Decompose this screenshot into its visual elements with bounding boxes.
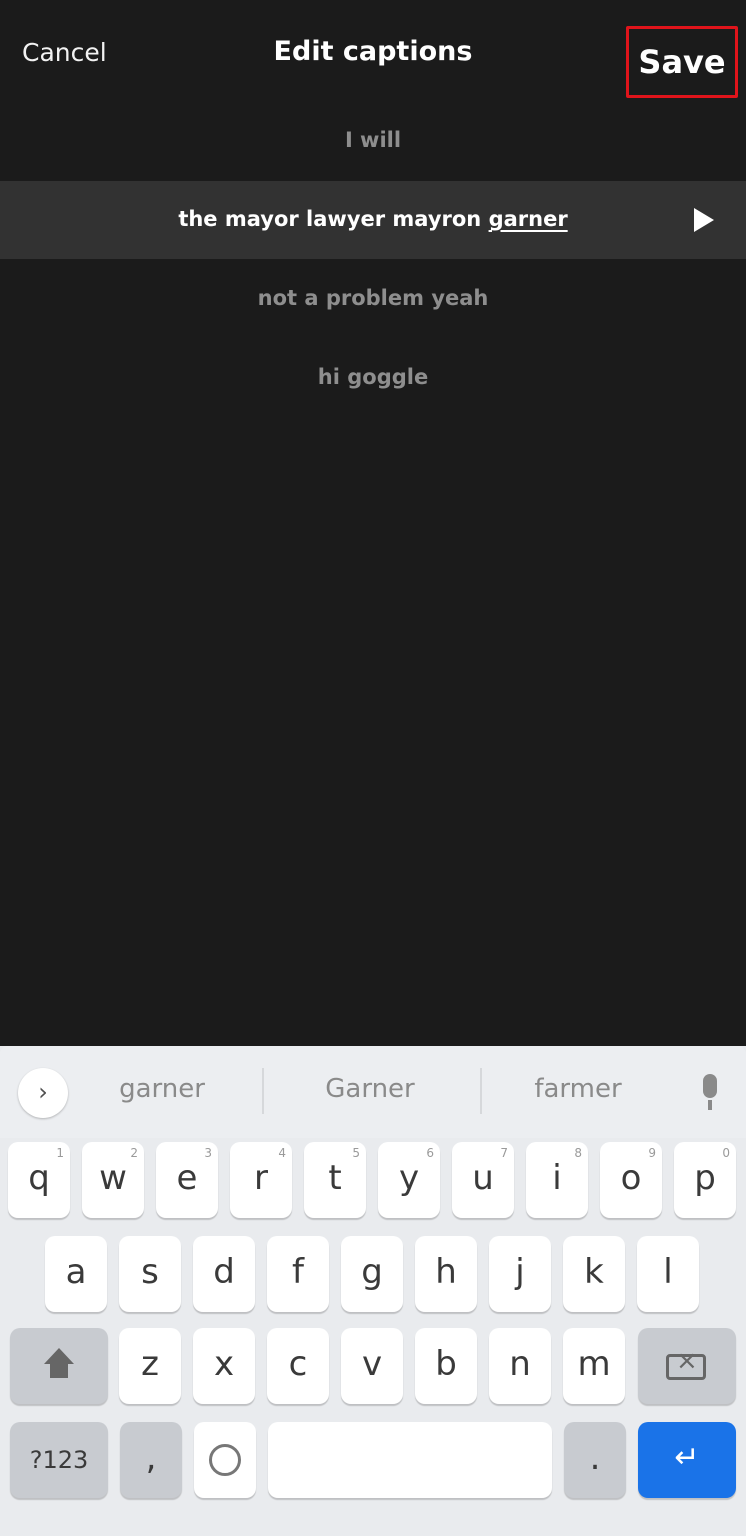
key-q[interactable]: q1 xyxy=(8,1142,70,1218)
caption-line[interactable]: hi goggle xyxy=(0,365,746,389)
key-e[interactable]: e3 xyxy=(156,1142,218,1218)
active-caption-prefix: the mayor lawyer mayron xyxy=(178,207,489,231)
key-s[interactable]: s xyxy=(119,1236,181,1312)
suggestion-1[interactable]: garner xyxy=(72,1074,252,1104)
key-g[interactable]: g xyxy=(341,1236,403,1312)
active-caption-text[interactable]: the mayor lawyer mayron garner xyxy=(0,207,746,231)
shift-icon xyxy=(44,1348,74,1364)
save-highlight-box: Save xyxy=(626,26,738,98)
keyboard: › garner Garner farmer q1 w2 e3 r4 t5 y6… xyxy=(0,1046,746,1536)
key-o[interactable]: o9 xyxy=(600,1142,662,1218)
key-c[interactable]: c xyxy=(267,1328,329,1404)
key-h[interactable]: h xyxy=(415,1236,477,1312)
key-m[interactable]: m xyxy=(563,1328,625,1404)
key-u[interactable]: u7 xyxy=(452,1142,514,1218)
key-t[interactable]: t5 xyxy=(304,1142,366,1218)
play-icon[interactable] xyxy=(694,208,714,232)
enter-key[interactable]: ↵ xyxy=(638,1422,736,1498)
key-p[interactable]: p0 xyxy=(674,1142,736,1218)
emoji-key[interactable] xyxy=(194,1422,256,1498)
enter-icon: ↵ xyxy=(674,1440,700,1475)
active-caption-underlined-word: garner xyxy=(488,207,568,231)
key-i[interactable]: i8 xyxy=(526,1142,588,1218)
top-bar: Cancel Edit captions Save xyxy=(0,0,746,102)
chevron-right-icon: › xyxy=(38,1078,48,1106)
period-key[interactable]: . xyxy=(564,1422,626,1498)
key-k[interactable]: k xyxy=(563,1236,625,1312)
caption-line[interactable]: not a problem yeah xyxy=(0,286,746,310)
key-b[interactable]: b xyxy=(415,1328,477,1404)
suggestion-3[interactable]: farmer xyxy=(488,1074,668,1104)
key-a[interactable]: a xyxy=(45,1236,107,1312)
shift-key[interactable] xyxy=(10,1328,108,1404)
suggestion-divider xyxy=(262,1068,264,1114)
key-w[interactable]: w2 xyxy=(82,1142,144,1218)
key-j[interactable]: j xyxy=(489,1236,551,1312)
key-z[interactable]: z xyxy=(119,1328,181,1404)
emoji-icon xyxy=(209,1444,241,1476)
suggestion-divider xyxy=(480,1068,482,1114)
caption-line[interactable]: I will xyxy=(0,128,746,152)
backspace-key[interactable]: × xyxy=(638,1328,736,1404)
key-r[interactable]: r4 xyxy=(230,1142,292,1218)
symbols-key[interactable]: ?123 xyxy=(10,1422,108,1498)
key-f[interactable]: f xyxy=(267,1236,329,1312)
space-key[interactable] xyxy=(268,1422,552,1498)
key-n[interactable]: n xyxy=(489,1328,551,1404)
key-v[interactable]: v xyxy=(341,1328,403,1404)
suggestion-bar: › garner Garner farmer xyxy=(0,1046,746,1138)
key-y[interactable]: y6 xyxy=(378,1142,440,1218)
suggestion-2[interactable]: Garner xyxy=(280,1074,460,1104)
save-button[interactable]: Save xyxy=(629,43,735,81)
expand-toolbar-button[interactable]: › xyxy=(18,1068,68,1118)
active-caption-row[interactable]: the mayor lawyer mayron garner xyxy=(0,181,746,259)
comma-key[interactable]: , xyxy=(120,1422,182,1498)
key-d[interactable]: d xyxy=(193,1236,255,1312)
key-l[interactable]: l xyxy=(637,1236,699,1312)
mic-icon[interactable] xyxy=(698,1074,722,1114)
key-x[interactable]: x xyxy=(193,1328,255,1404)
